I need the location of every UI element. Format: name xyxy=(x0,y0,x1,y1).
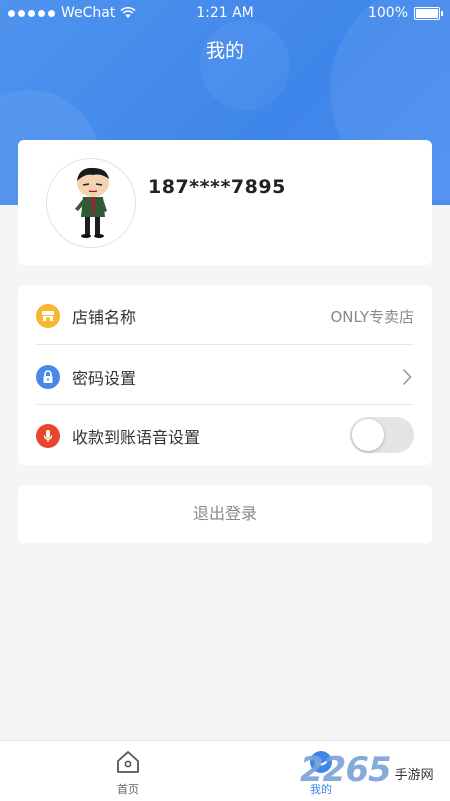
watermark-text: 手游网 xyxy=(394,767,434,783)
tab-home-label: 首页 xyxy=(117,783,139,796)
password-settings-label: 密码设置 xyxy=(72,369,137,388)
phone-number: 187****7895 xyxy=(148,176,286,198)
lock-icon xyxy=(36,365,60,389)
divider xyxy=(36,344,414,345)
divider xyxy=(36,404,414,405)
status-bar: WeChat 1:21 AM 100% xyxy=(0,0,450,26)
page-title: 我的 xyxy=(205,40,244,62)
logout-card: 退出登录 xyxy=(18,485,432,543)
tab-home[interactable]: 首页 xyxy=(83,749,173,797)
watermark-logo: 2265 手游网 xyxy=(300,745,434,795)
voice-toggle[interactable] xyxy=(350,417,414,453)
status-right: 100% xyxy=(367,5,443,21)
microphone-icon xyxy=(36,424,60,448)
chevron-right-icon xyxy=(402,368,412,386)
home-icon xyxy=(117,751,139,773)
watermark-number: 2265 xyxy=(300,750,392,790)
toggle-knob xyxy=(352,419,384,451)
profile-card: 187****7895 xyxy=(18,140,432,265)
voice-settings-row: 收款到账语音设置 xyxy=(36,407,414,465)
store-name-value: ONLY专卖店 xyxy=(330,307,414,326)
header-decoration xyxy=(200,20,290,110)
store-name-row[interactable]: 店铺名称 ONLY专卖店 xyxy=(36,287,414,345)
battery-icon xyxy=(414,6,443,20)
avatar[interactable] xyxy=(46,158,136,248)
store-name-label: 店铺名称 xyxy=(72,308,137,327)
settings-card: 店铺名称 ONLY专卖店 密码设置 收款到账语音设置 xyxy=(18,285,432,465)
voice-settings-label: 收款到账语音设置 xyxy=(72,428,201,447)
avatar-cartoon-icon xyxy=(75,167,109,238)
logout-button[interactable]: 退出登录 xyxy=(18,485,432,543)
password-settings-row[interactable]: 密码设置 xyxy=(36,348,414,406)
battery-percent: 100% xyxy=(367,5,408,21)
store-icon xyxy=(36,304,60,328)
